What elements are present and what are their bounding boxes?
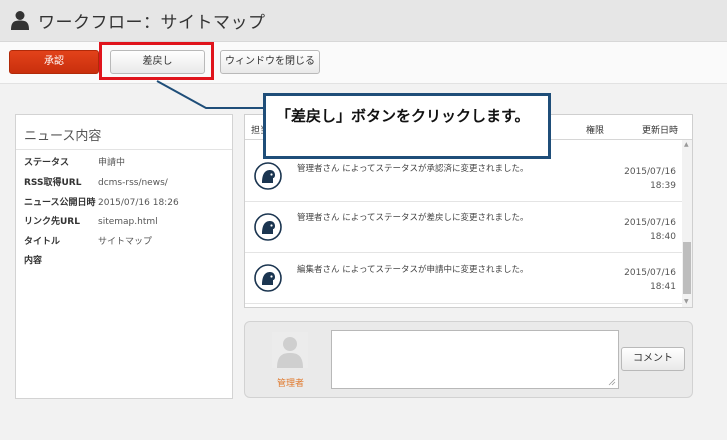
field-value: サイトマップ (98, 237, 153, 247)
news-panel: ニュース内容 ステータス 申請中 RSS取得URL dcms-rss/news/ ニ… (15, 114, 233, 399)
user-icon (11, 11, 29, 30)
history-message: 編集者さん によってステータスが申請中に変更されました。 (297, 265, 529, 275)
page-title: ワークフロー：サイトマップ (38, 13, 266, 33)
instruction-callout: 「差戻し」ボタンをクリックします。 (263, 93, 551, 159)
comment-input[interactable] (331, 330, 619, 389)
history-date: 2015/07/16 18:41 (616, 266, 676, 294)
comment-button[interactable]: コメント (621, 347, 685, 371)
avatar-icon (254, 264, 282, 292)
history-scrollbar[interactable]: ▲ ▼ (682, 140, 692, 307)
approve-button[interactable]: 承認 (9, 50, 99, 74)
user-avatar-icon (272, 332, 308, 368)
history-row: 管理者さん によってステータスが承認済に変更されました。 2015/07/16 … (245, 152, 682, 202)
title-bar: ワークフロー：サイトマップ (0, 0, 727, 42)
divider (16, 149, 232, 150)
callout-text: 「差戻し」ボタンをクリックします。 (276, 107, 530, 125)
history-row: 編集者さん によってステータスが申請中に変更されました。 2015/07/16 … (245, 254, 682, 304)
history-date-time: 18:39 (650, 181, 676, 191)
scroll-thumb[interactable] (683, 242, 691, 294)
toolbar: 承認 差戻し ウィンドウを閉じる (0, 42, 727, 84)
history-date-day: 2015/07/16 (624, 167, 676, 177)
comment-user-label: 管理者 (277, 379, 305, 389)
field-label: タイトル (24, 237, 61, 247)
history-date-time: 18:41 (650, 282, 676, 292)
history-message: 管理者さん によってステータスが承認済に変更されました。 (297, 164, 529, 174)
field-publish-date: ニュース公開日時 2015/07/16 18:26 (24, 195, 179, 208)
field-status: ステータス 申請中 (24, 155, 125, 168)
history-message: 管理者さん によってステータスが差戻しに変更されました。 (297, 213, 529, 223)
comment-area: 管理者 コメント (244, 321, 693, 398)
avatar-icon (254, 213, 282, 241)
history-date-day: 2015/07/16 (624, 218, 676, 228)
history-date-day: 2015/07/16 (624, 268, 676, 278)
field-rss-url: RSS取得URL dcms-rss/news/ (24, 175, 168, 188)
field-value: 申請中 (98, 158, 126, 168)
scroll-up-icon[interactable]: ▲ (684, 142, 689, 148)
field-value: 2015/07/16 18:26 (98, 198, 179, 208)
scroll-down-icon[interactable]: ▼ (684, 299, 689, 305)
history-row: 管理者さん によってステータスが差戻しに変更されました。 2015/07/16 … (245, 203, 682, 253)
resize-handle-icon[interactable] (608, 378, 616, 386)
history-date: 2015/07/16 18:39 (616, 165, 676, 193)
history-date: 2015/07/16 18:40 (616, 216, 676, 244)
return-button[interactable]: 差戻し (110, 50, 205, 74)
field-link-url: リンク先URL sitemap.html (24, 214, 158, 227)
avatar-icon (254, 162, 282, 190)
news-panel-title: ニュース内容 (24, 129, 102, 144)
field-title: タイトル サイトマップ (24, 234, 152, 247)
field-label: ニュース公開日時 (24, 198, 96, 208)
field-label: ステータス (24, 158, 70, 168)
history-date-time: 18:40 (650, 232, 676, 242)
field-value: sitemap.html (98, 217, 158, 227)
close-window-button[interactable]: ウィンドウを閉じる (220, 50, 320, 74)
field-value: dcms-rss/news/ (98, 178, 168, 188)
header-permission: 権限 (586, 126, 605, 136)
field-content: 内容 (24, 253, 98, 266)
field-label: RSS取得URL (24, 178, 82, 188)
header-updated: 更新日時 (642, 126, 679, 136)
field-label: リンク先URL (24, 217, 80, 227)
field-label: 内容 (24, 256, 43, 266)
